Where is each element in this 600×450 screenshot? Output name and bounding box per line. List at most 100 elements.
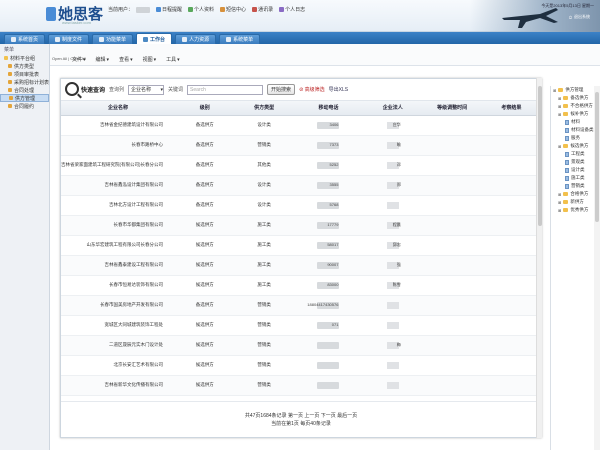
search-input[interactable]: Search xyxy=(187,84,264,95)
sidebar-item-3[interactable]: 采购招标计划表 xyxy=(0,78,49,86)
pagination-summary[interactable]: 共47页1684条记录 第一页 上一页 下一页 最后一页 xyxy=(61,412,541,420)
col-legal-person[interactable]: 企业法人 xyxy=(363,101,423,116)
table-row[interactable]: 二道区晟辰元实木门设计处 候选供方 营销类 梅 xyxy=(61,335,541,356)
category-tree-item-0[interactable]: ⊞ 供方管理 xyxy=(551,86,600,94)
tab-function-menu[interactable]: 功能菜单 xyxy=(92,34,134,44)
table-row[interactable]: 长春市路桥中心 备选供方 营销类 7373 喻 xyxy=(61,135,541,156)
category-tree-item-11[interactable]: 施工类 xyxy=(551,174,600,182)
category-tree-item-14[interactable]: ⊞ 新供方 xyxy=(551,198,600,206)
expand-icon[interactable]: ⊞ xyxy=(558,192,561,197)
pagination-current: 当前在第1页 每页40条记录 xyxy=(271,421,331,427)
table-row[interactable]: 吉林省鑫泓设计集团有限公司 备选供方 设计类 3555 郑 xyxy=(61,175,541,196)
menu-view[interactable]: 查看 ▾ xyxy=(119,56,133,64)
cell-inspection-result xyxy=(481,295,541,316)
table-row[interactable]: 吉林省梁家面建筑工程研究院(有限公司)长春分公司 备选供方 其他类 5252 邓 xyxy=(61,155,541,176)
table-row[interactable]: 宽城区大同城建筑装饰工程处 候选供方 营销类 071 xyxy=(61,315,541,336)
category-tree-item-7[interactable]: ⊞ 候选供方 xyxy=(551,142,600,150)
start-search-button[interactable]: 开始搜索 xyxy=(267,84,296,95)
table-row[interactable]: 长春市华都集团有限公司 候选供方 施工类 17779 程晨 xyxy=(61,215,541,236)
table-row[interactable]: 吉林省鑫泰建设工程有限公司 候选供方 施工类 90007 强 xyxy=(61,255,541,276)
category-tree-item-15[interactable]: ⊞ 优秀供方 xyxy=(551,206,600,214)
logout-button[interactable]: ⏻ 退出系统 xyxy=(569,14,590,20)
col-company-name[interactable]: 企业名称 xyxy=(61,101,175,116)
table-row[interactable]: 山东华宏建筑工程有限公司长春分公司 候选供方 施工类 58017 邱忠 xyxy=(61,235,541,256)
category-tree-item-3[interactable]: ⊞ 候补供方 xyxy=(551,110,600,118)
cell-grade-adjust-time xyxy=(422,195,482,216)
quick-link-2[interactable]: 短信中心 xyxy=(220,6,246,13)
expand-icon[interactable]: ⊞ xyxy=(553,88,556,93)
table-row[interactable]: 吉林北方设计工程有限公司 备选供方 设计类 5768 xyxy=(61,195,541,216)
category-tree-item-4[interactable]: 材料 xyxy=(551,118,600,126)
sidebar-item-2[interactable]: 项目审批表 xyxy=(0,70,49,78)
expand-icon[interactable]: ⊞ xyxy=(558,96,561,101)
sidebar-item-label: 供方管理 xyxy=(15,95,36,102)
menu-layout[interactable]: 视图 ▾ xyxy=(143,56,157,64)
category-tree-item-13[interactable]: ⊞ 合格供方 xyxy=(551,190,600,198)
sidebar-item-6[interactable]: 合同履约 xyxy=(0,102,49,110)
quick-search-bar: 快速查询 查询列 企业名称 ▾ 关键词 Search 开始搜索 ⊘ 高级筛选 导出… xyxy=(61,79,541,101)
sidebar-item-4[interactable]: 合同处理 xyxy=(0,86,49,94)
col-mobile[interactable]: 移动电话 xyxy=(293,101,364,116)
category-tree-item-5[interactable]: 材料设备类 xyxy=(551,126,600,134)
folder-icon xyxy=(563,200,569,204)
cell-company-name: 长春市路桥中心 xyxy=(61,135,175,156)
table-row[interactable]: 北京长安汇艺术有限公司 候选供方 营销类 xyxy=(61,355,541,376)
tab-workbench[interactable]: 工作台 xyxy=(136,33,173,44)
table-row[interactable]: 吉林省新华文化传播有限公司 候选供方 营销类 xyxy=(61,375,541,396)
sidebar-item-5[interactable]: 供方管理 xyxy=(0,94,49,102)
tab-hr[interactable]: 人力资源 xyxy=(175,34,217,44)
expand-icon[interactable]: ⊞ xyxy=(558,144,561,149)
menu-edit[interactable]: 编辑 ▾ xyxy=(96,56,110,64)
tab-system-menu[interactable]: 系统菜单 xyxy=(219,34,261,44)
advanced-filter-link[interactable]: ⊘ 高级筛选 xyxy=(299,86,325,93)
cell-company-name: 宽城区大同城建筑装饰工程处 xyxy=(61,315,175,336)
category-tree-item-10[interactable]: 设计类 xyxy=(551,166,600,174)
cell-supplier-type: 施工类 xyxy=(234,235,294,256)
sidebar-item-0[interactable]: 材料平台组 xyxy=(0,54,49,62)
menu-tools[interactable]: 工具 ▾ xyxy=(166,56,180,64)
category-tree-item-9[interactable]: 景观类 xyxy=(551,158,600,166)
col-grade-adjust-time[interactable]: 等级调整时间 xyxy=(422,101,482,116)
search-column-select[interactable]: 企业名称 ▾ xyxy=(128,84,165,95)
table-row[interactable]: 吉林省金纪德建筑设计有限公司 备选供方 设计类 3406 庄华 xyxy=(61,115,541,136)
tab-home[interactable]: 系统首页 xyxy=(4,34,46,44)
table-scroll-thumb[interactable] xyxy=(538,86,542,226)
category-tree-item-1[interactable]: ⊞ 备选供方 xyxy=(551,94,600,102)
right-scroll-thumb[interactable] xyxy=(595,92,599,222)
person-redacted xyxy=(386,361,399,369)
col-level[interactable]: 级别 xyxy=(175,101,235,116)
export-xls-link[interactable]: 导出XLS xyxy=(329,86,348,93)
cell-supplier-type: 施工类 xyxy=(234,215,294,236)
sidebar-item-1[interactable]: 供方类型 xyxy=(0,62,49,70)
quick-link-3[interactable]: 通讯录 xyxy=(252,6,273,13)
right-panel-scrollbar[interactable] xyxy=(594,86,600,450)
tab-regulations[interactable]: 制度文件 xyxy=(48,34,90,44)
cell-mobile: 83000 xyxy=(293,275,364,296)
col-inspection-result[interactable]: 考察结果 xyxy=(481,101,541,116)
col-supplier-type[interactable]: 供方类型 xyxy=(234,101,294,116)
quick-link-0[interactable]: 日程提醒 xyxy=(156,6,182,13)
cell-grade-adjust-time xyxy=(422,255,482,276)
category-tree-item-2[interactable]: ⊞ 不合格供方 xyxy=(551,102,600,110)
person-redacted: 强 xyxy=(386,261,401,269)
table-scrollbar[interactable] xyxy=(536,78,542,438)
category-tree-item-8[interactable]: 工程类 xyxy=(551,150,600,158)
menu-file[interactable]: 文件 ▾ xyxy=(72,56,86,64)
quick-link-4[interactable]: 个人日志 xyxy=(279,6,305,13)
category-tree-label: 备选供方 xyxy=(570,95,589,100)
message-icon xyxy=(220,7,226,12)
table-row[interactable]: 长春市国美房地产开发有限公司 备选供方 营销类 18804417430576 xyxy=(61,295,541,316)
table-body: 吉林省金纪德建筑设计有限公司 备选供方 设计类 3406 庄华 长春市路桥中心 备选供方 营销… xyxy=(61,115,541,405)
sidebar-item-label: 项目审批表 xyxy=(14,71,40,78)
expand-icon[interactable]: ⊞ xyxy=(558,104,561,109)
quick-link-1[interactable]: 个人资料 xyxy=(188,6,214,13)
person-redacted: 程晨 xyxy=(386,221,401,229)
expand-icon[interactable]: ⊞ xyxy=(558,112,561,117)
cell-grade-adjust-time xyxy=(422,115,482,136)
expand-icon[interactable]: ⊞ xyxy=(558,200,561,205)
expand-icon[interactable]: ⊞ xyxy=(558,208,561,213)
table-row[interactable]: 长春市恒易达装饰有限公司 候选供方 施工类 83000 陈雪 xyxy=(61,275,541,296)
category-tree-item-6[interactable]: 服务 xyxy=(551,134,600,142)
category-tree-item-12[interactable]: 营销类 xyxy=(551,182,600,190)
cell-grade-adjust-time xyxy=(422,235,482,256)
